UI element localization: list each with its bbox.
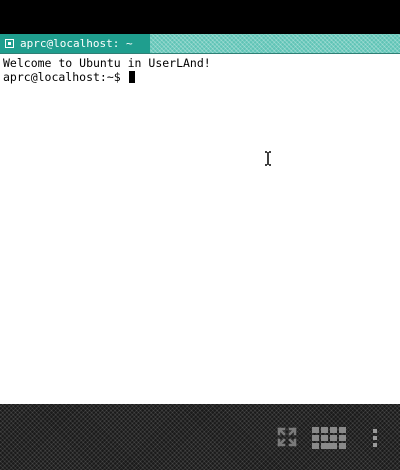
window-title: aprc@localhost: ~ xyxy=(20,37,133,50)
status-bar-area xyxy=(0,0,400,34)
window-title-bar[interactable]: aprc@localhost: ~ xyxy=(0,34,400,54)
ibeam-cursor-icon xyxy=(265,151,271,166)
window-title-tab[interactable]: aprc@localhost: ~ xyxy=(0,34,150,53)
text-cursor xyxy=(128,71,135,83)
keyboard-icon[interactable] xyxy=(311,426,347,450)
overflow-menu-icon[interactable] xyxy=(367,426,383,450)
terminal-output[interactable]: Welcome to Ubuntu in UserLAnd! aprc@loca… xyxy=(0,56,400,404)
terminal-prompt: aprc@localhost:~$ xyxy=(3,70,128,84)
menu-box-icon[interactable] xyxy=(5,39,14,48)
fullscreen-icon[interactable] xyxy=(276,426,298,448)
bottom-toolbar xyxy=(0,404,400,470)
terminal-prompt-line: aprc@localhost:~$ xyxy=(3,70,400,84)
terminal-window[interactable]: aprc@localhost: ~ Welcome to Ubuntu in U… xyxy=(0,34,400,404)
terminal-welcome-line: Welcome to Ubuntu in UserLAnd! xyxy=(3,56,211,70)
